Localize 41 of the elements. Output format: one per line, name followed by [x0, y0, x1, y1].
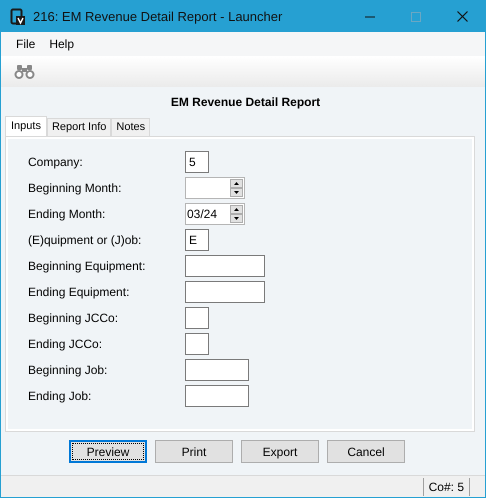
spin-up-icon[interactable] [230, 205, 243, 214]
input-field[interactable] [185, 359, 249, 381]
field-label: Ending JCCo: [28, 336, 104, 353]
input-field[interactable] [185, 385, 249, 407]
company-status: Co#: 5 [422, 478, 470, 496]
input-field[interactable] [185, 255, 265, 277]
field-label: (E)quipment or (J)ob: [28, 232, 142, 249]
field-label: Ending Month: [28, 206, 106, 223]
window-title: 216: EM Revenue Detail Report - Launcher [33, 8, 282, 26]
action-button[interactable]: Cancel [327, 440, 405, 463]
spin-down-icon[interactable] [230, 214, 243, 223]
field-label: Beginning Job: [28, 362, 108, 379]
input-field[interactable]: 5 [185, 151, 209, 173]
app-icon [10, 8, 26, 26]
action-button[interactable]: Preview [69, 440, 147, 463]
binoculars-icon[interactable] [14, 64, 35, 78]
spin-down-icon[interactable] [230, 188, 243, 197]
close-icon[interactable] [457, 11, 468, 22]
input-field[interactable]: E [185, 229, 209, 251]
action-button[interactable]: Export [241, 440, 319, 463]
field-label: Ending Equipment: [28, 284, 130, 301]
field-label: Ending Job: [28, 388, 92, 405]
month-spinner[interactable]: 03/24 [185, 203, 245, 225]
tab[interactable]: Report Info [46, 118, 112, 136]
action-button[interactable]: Print [155, 440, 233, 463]
input-field[interactable] [185, 281, 265, 303]
field-label: Company: [28, 154, 84, 171]
input-field[interactable] [185, 307, 209, 329]
spinner-input[interactable]: 03/24 [186, 204, 226, 224]
field-label: Beginning Equipment: [28, 258, 146, 275]
field-label: Beginning JCCo: [28, 310, 120, 327]
input-field[interactable] [185, 333, 209, 355]
minimize-icon[interactable] [365, 16, 375, 18]
tab[interactable]: Notes [111, 118, 150, 136]
menu-item[interactable]: File [9, 35, 42, 53]
spin-up-icon[interactable] [230, 179, 243, 188]
field-label: Beginning Month: [28, 180, 122, 197]
maximize-icon [411, 12, 421, 22]
report-title: EM Revenue Detail Report [170, 94, 322, 111]
menu-item[interactable]: Help [42, 35, 82, 53]
tab[interactable]: Inputs [5, 116, 47, 136]
